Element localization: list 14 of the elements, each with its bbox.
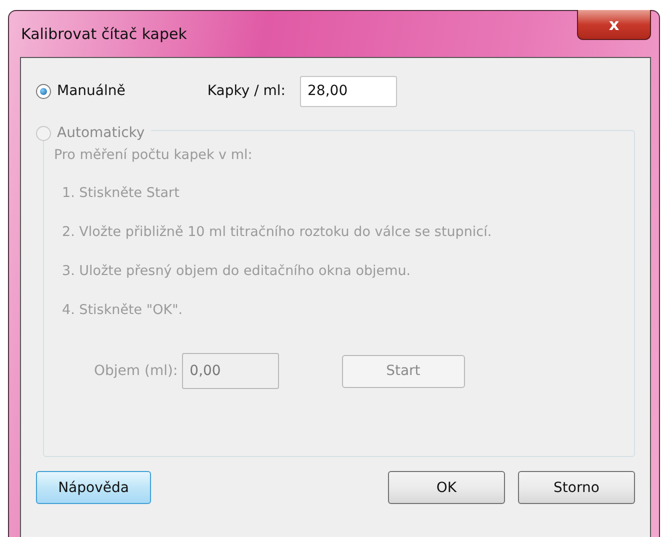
volume-label: Objem (ml):: [94, 363, 178, 379]
drops-per-ml-label: Kapky / ml:: [207, 83, 286, 99]
window-title: Kalibrovat čítač kapek: [20, 25, 187, 43]
drops-per-ml-field[interactable]: 28,00: [300, 76, 397, 106]
close-button[interactable]: x: [577, 10, 651, 40]
instruction-step: 4. Stiskněte "OK".: [62, 302, 634, 341]
mode-radio[interactable]: Manuálně: [36, 83, 126, 99]
ok-button[interactable]: OK: [388, 471, 505, 504]
help-button[interactable]: Nápověda: [36, 471, 151, 504]
cancel-button[interactable]: Storno: [518, 471, 635, 504]
instructions-intro: Pro měření počtu kapek v ml:: [54, 147, 254, 165]
instruction-step: 1. Stiskněte Start: [62, 185, 634, 224]
instruction-step: 3. Uložte přesný objem do editačního okna objemu.: [62, 263, 634, 302]
instruction-step: 2. Vložte přibližně 10 ml titračního roztoku do válce se stupnicí.: [62, 224, 634, 263]
